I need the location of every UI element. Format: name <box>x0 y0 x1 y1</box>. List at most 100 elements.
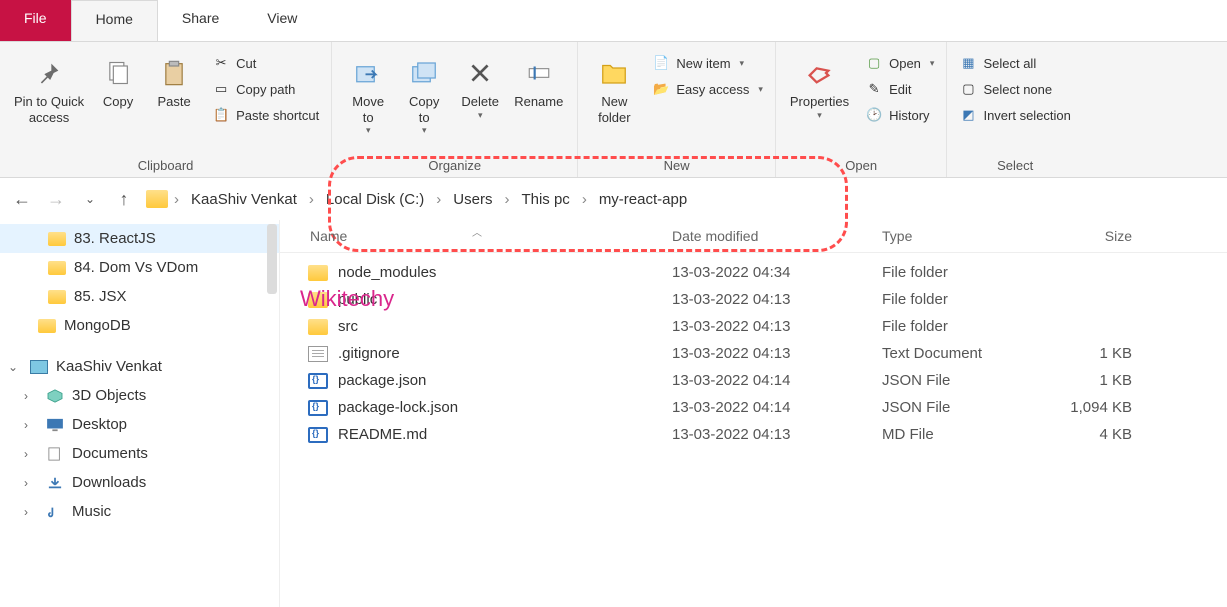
tab-bar: File Home Share View <box>0 0 1227 42</box>
sidebar-item-dom-vs-vdom[interactable]: 84. Dom Vs VDom <box>0 253 279 282</box>
properties-button[interactable]: Properties ▾ <box>784 52 855 125</box>
new-item-button[interactable]: 📄New item▾ <box>648 52 767 74</box>
sidebar-item-mongodb[interactable]: MongoDB <box>0 311 279 340</box>
folder-icon <box>308 292 328 308</box>
file-name: package-lock.json <box>338 399 458 416</box>
sidebar-item-music[interactable]: ›Music <box>0 497 279 526</box>
crumb-2[interactable]: Users <box>447 187 498 212</box>
crumb-3[interactable]: This pc <box>515 187 575 212</box>
chevron-down-icon: ▾ <box>758 84 763 95</box>
crumb-1[interactable]: Local Disk (C:) <box>320 187 430 212</box>
file-name: package.json <box>338 372 426 389</box>
sidebar-item-downloads[interactable]: ›Downloads <box>0 468 279 497</box>
rename-button[interactable]: Rename <box>508 52 569 114</box>
new-folder-button[interactable]: New folder <box>586 52 642 129</box>
history-button[interactable]: 🕑History <box>861 104 938 126</box>
group-label-clipboard: Clipboard <box>8 158 323 177</box>
back-button[interactable]: ← <box>10 187 34 211</box>
select-all-button[interactable]: ▦Select all <box>955 52 1074 74</box>
edit-icon: ✎ <box>865 80 883 98</box>
edit-button[interactable]: ✎Edit <box>861 78 938 100</box>
paste-shortcut-button[interactable]: 📋Paste shortcut <box>208 104 323 126</box>
sidebar-item-reactjs[interactable]: 83. ReactJS <box>0 224 279 253</box>
easy-access-button[interactable]: 📂Easy access▾ <box>648 78 767 100</box>
tab-view[interactable]: View <box>243 0 321 41</box>
pin-icon <box>32 56 66 90</box>
folder-icon <box>38 319 56 333</box>
select-none-button[interactable]: ▢Select none <box>955 78 1074 100</box>
file-type: JSON File <box>882 399 1052 416</box>
file-type: MD File <box>882 426 1052 443</box>
forward-button[interactable]: → <box>44 187 68 211</box>
invert-selection-icon: ◩ <box>959 106 977 124</box>
file-type: File folder <box>882 318 1052 335</box>
column-header-date[interactable]: Date modified <box>672 228 882 244</box>
ribbon-group-new: New folder 📄New item▾ 📂Easy access▾ New <box>578 42 776 177</box>
cut-button[interactable]: ✂Cut <box>208 52 323 74</box>
paste-button[interactable]: Paste <box>146 52 202 114</box>
sidebar-item-3d-objects[interactable]: ›3D Objects <box>0 381 279 410</box>
crumb-0[interactable]: KaaShiv Venkat <box>185 187 303 212</box>
ribbon-group-select: ▦Select all ▢Select none ◩Invert selecti… <box>947 42 1082 177</box>
chevron-down-icon: ▾ <box>478 110 483 121</box>
file-name: src <box>338 318 358 335</box>
sidebar[interactable]: 83. ReactJS 84. Dom Vs VDom 85. JSX Mong… <box>0 220 280 607</box>
table-row[interactable]: public13-03-2022 04:13File folder <box>280 286 1227 313</box>
chevron-right-icon[interactable]: › <box>24 476 38 490</box>
pc-icon <box>30 360 48 374</box>
sidebar-item-this-pc[interactable]: ⌄KaaShiv Venkat <box>0 352 279 381</box>
sidebar-item-jsx[interactable]: 85. JSX <box>0 282 279 311</box>
sidebar-item-desktop[interactable]: ›Desktop <box>0 410 279 439</box>
group-label-select: Select <box>955 158 1074 177</box>
copy-button[interactable]: Copy <box>90 52 146 114</box>
chevron-right-icon[interactable]: › <box>24 447 38 461</box>
table-row[interactable]: package.json13-03-2022 04:14JSON File1 K… <box>280 367 1227 394</box>
file-list-pane: Name︿ Date modified Type Size node_modul… <box>280 220 1227 607</box>
chevron-down-icon: ▾ <box>422 125 427 136</box>
recent-locations-button[interactable]: ⌄ <box>78 187 102 211</box>
table-row[interactable]: .gitignore13-03-2022 04:13Text Document1… <box>280 340 1227 367</box>
tab-share[interactable]: Share <box>158 0 243 41</box>
tab-file[interactable]: File <box>0 0 71 41</box>
open-button[interactable]: ▢Open▾ <box>861 52 938 74</box>
group-label-new: New <box>586 158 767 177</box>
breadcrumb[interactable]: › KaaShiv Venkat › Local Disk (C:) › Use… <box>146 187 1217 212</box>
breadcrumb-folder-icon <box>146 190 168 208</box>
chevron-right-icon[interactable]: › <box>24 418 38 432</box>
open-icon: ▢ <box>865 54 883 72</box>
file-date: 13-03-2022 04:13 <box>672 291 882 308</box>
main-area: 83. ReactJS 84. Dom Vs VDom 85. JSX Mong… <box>0 220 1227 607</box>
crumb-4[interactable]: my-react-app <box>593 187 693 212</box>
scrollbar-thumb[interactable] <box>267 224 277 294</box>
easy-access-icon: 📂 <box>652 80 670 98</box>
chevron-right-icon[interactable]: › <box>24 505 38 519</box>
copy-path-button[interactable]: ▭Copy path <box>208 78 323 100</box>
tab-home[interactable]: Home <box>71 0 158 41</box>
column-header-name[interactable]: Name︿ <box>292 228 672 244</box>
table-row[interactable]: package-lock.json13-03-2022 04:14JSON Fi… <box>280 394 1227 421</box>
file-date: 13-03-2022 04:13 <box>672 345 882 362</box>
column-header-size[interactable]: Size <box>1052 228 1152 244</box>
column-header-type[interactable]: Type <box>882 228 1052 244</box>
chevron-down-icon[interactable]: ⌄ <box>8 360 22 374</box>
chevron-right-icon[interactable]: › <box>24 389 38 403</box>
file-size: 4 KB <box>1052 426 1152 443</box>
table-row[interactable]: README.md13-03-2022 04:13MD File4 KB <box>280 421 1227 448</box>
sidebar-item-documents[interactable]: ›Documents <box>0 439 279 468</box>
address-bar-row: ← → ⌄ ↑ › KaaShiv Venkat › Local Disk (C… <box>0 178 1227 220</box>
invert-selection-button[interactable]: ◩Invert selection <box>955 104 1074 126</box>
paste-shortcut-icon: 📋 <box>212 106 230 124</box>
move-to-button[interactable]: Move to ▾ <box>340 52 396 140</box>
table-row[interactable]: src13-03-2022 04:13File folder <box>280 313 1227 340</box>
file-name: node_modules <box>338 264 436 281</box>
pin-to-quick-access-button[interactable]: Pin to Quick access <box>8 52 90 129</box>
delete-button[interactable]: Delete ▾ <box>452 52 508 125</box>
table-row[interactable]: node_modules13-03-2022 04:34File folder <box>280 259 1227 286</box>
scissors-icon: ✂ <box>212 54 230 72</box>
file-size: 1 KB <box>1052 345 1152 362</box>
file-date: 13-03-2022 04:14 <box>672 372 882 389</box>
group-label-organize: Organize <box>340 158 569 177</box>
copy-to-button[interactable]: Copy to ▾ <box>396 52 452 140</box>
up-button[interactable]: ↑ <box>112 187 136 211</box>
chevron-right-icon: › <box>582 191 587 208</box>
